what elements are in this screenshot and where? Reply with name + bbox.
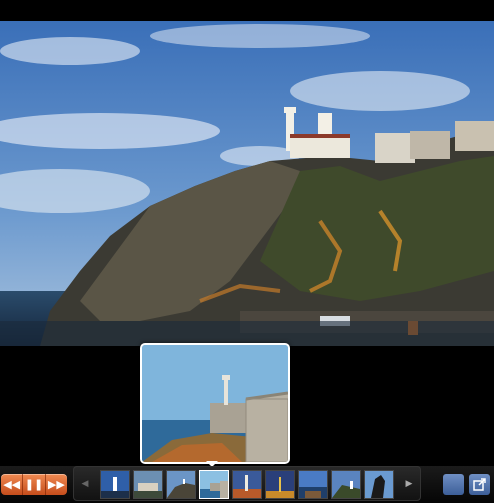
thumbnail-preview (140, 343, 290, 464)
pause-icon[interactable]: ❚❚ (23, 474, 46, 495)
grid-view-icon[interactable] (443, 474, 464, 495)
thumbnail[interactable] (232, 470, 262, 499)
thumbnail[interactable] (265, 470, 295, 499)
arrow-left-icon[interactable]: ◀ (77, 476, 93, 492)
thumbnail-strip: ◀ ▶ (73, 466, 421, 501)
playback-controls: ◀◀ ❚❚ ▶▶ (1, 474, 67, 495)
thumbnail[interactable] (100, 470, 130, 499)
thumbnail[interactable] (298, 470, 328, 499)
thumbnail[interactable] (331, 470, 361, 499)
arrow-right-icon[interactable]: ▶ (401, 476, 417, 492)
popout-icon[interactable] (469, 474, 490, 495)
thumbnail-active[interactable] (199, 470, 229, 499)
thumbnail[interactable] (166, 470, 196, 499)
thumbnail[interactable] (364, 470, 394, 499)
main-image[interactable] (0, 21, 494, 346)
rewind-icon[interactable]: ◀◀ (1, 474, 24, 495)
thumbnail[interactable] (133, 470, 163, 499)
fast-forward-icon[interactable]: ▶▶ (46, 474, 67, 495)
